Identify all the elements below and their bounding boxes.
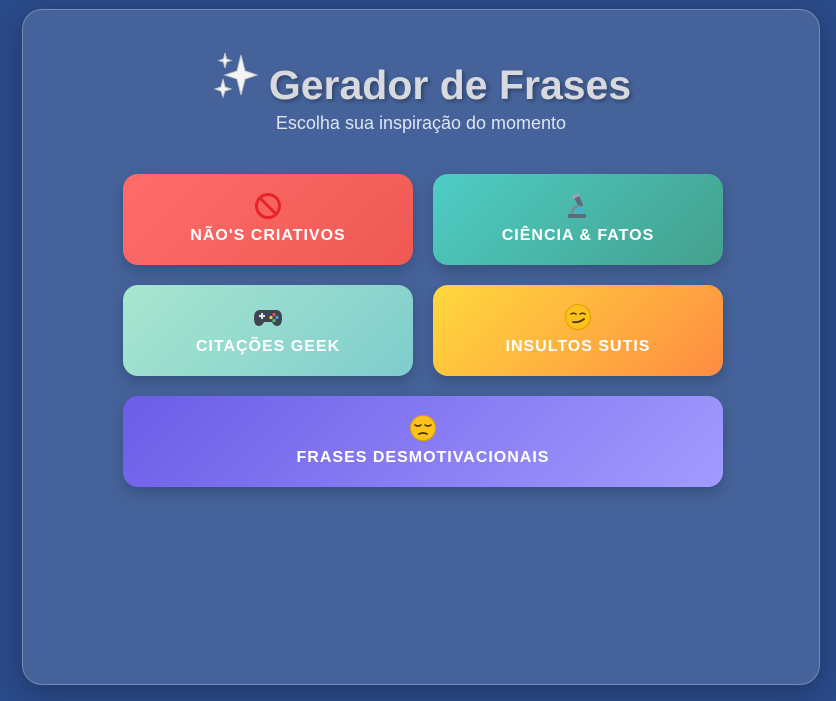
main-card: Gerador de Frases Escolha sua inspiração… xyxy=(22,9,820,685)
sparkles-icon xyxy=(211,51,259,113)
page-subtitle: Escolha sua inspiração do momento xyxy=(275,113,567,133)
prohibited-icon xyxy=(123,191,413,221)
page-title: Gerador de Frases xyxy=(23,51,819,116)
pensive-face-icon xyxy=(123,413,723,443)
title-text: Gerador de Frases xyxy=(268,62,632,109)
citacoes-geek-label: CITAÇÕES GEEK xyxy=(195,338,341,355)
ciencia-fatos-button[interactable]: CIÊNCIA & FATOS xyxy=(433,174,723,265)
frases-desmotivacionais-button[interactable]: FRASES DESMOTIVACIONAIS xyxy=(123,396,723,487)
citacoes-geek-button[interactable]: CITAÇÕES GEEK xyxy=(123,285,413,376)
smirk-face-icon xyxy=(433,302,723,332)
insultos-sutis-button[interactable]: INSULTOS SUTIS xyxy=(433,285,723,376)
ciencia-fatos-label: CIÊNCIA & FATOS xyxy=(501,227,655,244)
insultos-sutis-label: INSULTOS SUTIS xyxy=(505,338,651,355)
naos-criativos-label: NÃO'S CRIATIVOS xyxy=(190,227,346,244)
frases-desmotivacionais-label: FRASES DESMOTIVACIONAIS xyxy=(296,449,550,466)
microscope-icon xyxy=(433,191,723,221)
game-controller-icon xyxy=(123,302,413,332)
naos-criativos-button[interactable]: NÃO'S CRIATIVOS xyxy=(123,174,413,265)
